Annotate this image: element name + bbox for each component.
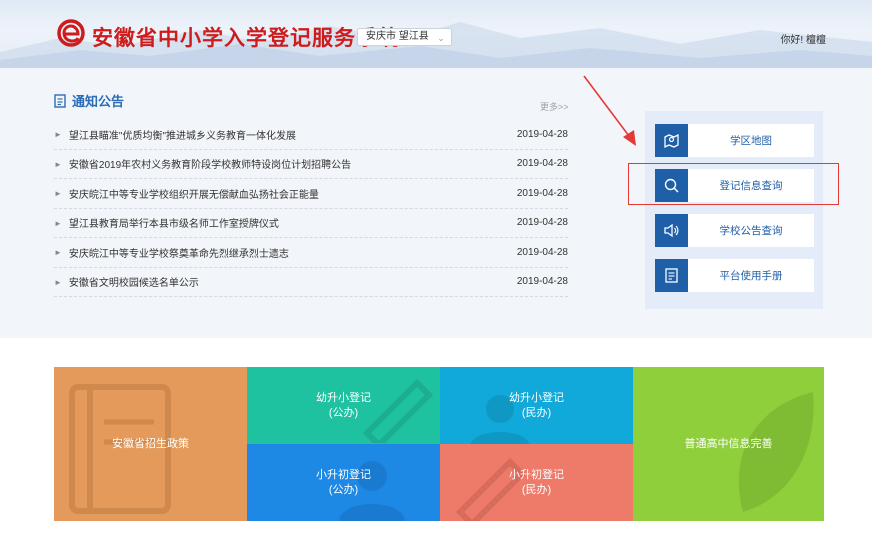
main-section: 通知公告 更多>> ► 望江县瞄准"优质均衡"推进城乡义务教育一体化发展 201…	[0, 68, 872, 338]
notice-title: 通知公告	[72, 94, 125, 109]
tile-label: 幼升小登记	[316, 391, 371, 404]
notice-item-date: 2019-04-28	[516, 128, 568, 140]
bullet-icon: ►	[54, 248, 62, 258]
tile-label: 幼升小登记	[509, 391, 564, 404]
notice-item-title[interactable]: 安庆皖江中等专业学校组织开展无偿献血弘扬社会正能量	[69, 186, 517, 201]
tile-sublabel: (公办)	[328, 483, 359, 496]
notice-item-title[interactable]: 安徽省2019年农村义务教育阶段学校教师特设岗位计划招聘公告	[69, 156, 517, 171]
notice-item-title[interactable]: 望江县瞄准"优质均衡"推进城乡义务教育一体化发展	[69, 127, 517, 142]
tile-sublabel: (民办)	[521, 483, 552, 496]
notice-item[interactable]: ► 安庆皖江中等专业学校组织开展无偿献血弘扬社会正能量 2019-04-28	[54, 179, 568, 209]
notice-item-title[interactable]: 安徽省文明校园候选名单公示	[69, 274, 517, 289]
annotation-arrow-icon	[583, 75, 636, 146]
tile-label: 小升初登记	[316, 468, 371, 481]
notice-header: 通知公告	[54, 91, 124, 110]
bullet-icon: ►	[54, 189, 62, 199]
bullet-icon: ►	[54, 277, 62, 287]
site-title: 安徽省中小学入学登记服务系统	[92, 27, 400, 50]
tile-label: 普通高中信息完善	[684, 437, 773, 450]
tile-label-group: 幼升小登记 (民办)	[509, 391, 564, 421]
primary-public-registration-tile[interactable]: 幼升小登记 (公办)	[247, 367, 440, 444]
junior-private-registration-tile[interactable]: 小升初登记 (民办)	[440, 444, 633, 521]
notice-item-date: 2019-04-28	[516, 217, 568, 229]
registration-query-button[interactable]: 登记信息查询	[655, 169, 814, 202]
tile-sublabel: (民办)	[521, 406, 552, 419]
user-manual-button[interactable]: 平台使用手册	[655, 259, 814, 292]
user-greeting[interactable]: 你好! 檀檀	[780, 31, 826, 46]
search-icon	[655, 169, 688, 202]
quick-link-label: 平台使用手册	[719, 270, 783, 282]
chevron-down-icon: ⌄	[437, 33, 445, 43]
region-select-value: 安庆市 望江县	[366, 31, 429, 42]
tile-label: 小升初登记	[509, 468, 564, 481]
junior-public-registration-tile[interactable]: 小升初登记 (公办)	[247, 444, 440, 521]
site-logo-icon	[57, 19, 85, 47]
school-district-map-button[interactable]: 学区地图	[655, 124, 814, 157]
notice-item-date: 2019-04-28	[516, 276, 568, 288]
quick-link-label: 学校公告查询	[719, 225, 783, 237]
tile-label-group: 幼升小登记 (公办)	[316, 391, 371, 421]
tile-label-group: 小升初登记 (公办)	[316, 468, 371, 498]
tile-sublabel: (公办)	[328, 406, 359, 419]
notice-more-link[interactable]: 更多>>	[540, 100, 569, 113]
notice-item[interactable]: ► 安徽省文明校园候选名单公示 2019-04-28	[54, 268, 568, 297]
speaker-icon	[655, 214, 688, 247]
quick-links-panel: 学区地图 登记信息查询 学校公告查询 平台使用手册	[645, 111, 823, 309]
notice-item-date: 2019-04-28	[516, 187, 568, 199]
notice-list: ► 望江县瞄准"优质均衡"推进城乡义务教育一体化发展 2019-04-28 ► …	[54, 120, 568, 297]
primary-private-registration-tile[interactable]: 幼升小登记 (民办)	[440, 367, 633, 444]
notice-item[interactable]: ► 望江县教育局举行本县市级名师工作室授牌仪式 2019-04-28	[54, 209, 568, 238]
notice-item[interactable]: ► 望江县瞄准"优质均衡"推进城乡义务教育一体化发展 2019-04-28	[54, 120, 568, 150]
leaf-icon	[738, 392, 814, 512]
bullet-icon: ►	[54, 130, 62, 140]
notice-doc-icon	[54, 93, 66, 108]
notice-item[interactable]: ► 安徽省2019年农村义务教育阶段学校教师特设岗位计划招聘公告 2019-04…	[54, 150, 568, 179]
school-notice-query-button[interactable]: 学校公告查询	[655, 214, 814, 247]
manual-icon	[655, 259, 688, 292]
tile-label-group: 小升初登记 (民办)	[509, 468, 564, 498]
quick-link-label: 登记信息查询	[719, 180, 783, 192]
service-tiles: 安徽省招生政策 幼升小登记 (公办) 幼升小登记 (民办) 小升初登记 (公办)	[54, 367, 824, 521]
notice-item-title[interactable]: 望江县教育局举行本县市级名师工作室授牌仪式	[69, 215, 517, 230]
site-header: 安徽省中小学入学登记服务系统 安庆市 望江县 ⌄ 你好! 檀檀	[0, 0, 872, 68]
bullet-icon: ►	[54, 159, 62, 169]
notice-item-date: 2019-04-28	[516, 246, 568, 258]
notice-item-title[interactable]: 安庆皖江中等专业学校祭奠革命先烈继承烈士遗志	[69, 245, 517, 260]
notice-item[interactable]: ► 安庆皖江中等专业学校祭奠革命先烈继承烈士遗志 2019-04-28	[54, 238, 568, 268]
bullet-icon: ►	[54, 218, 62, 228]
region-select[interactable]: 安庆市 望江县 ⌄	[357, 28, 452, 46]
tile-label: 安徽省招生政策	[112, 437, 189, 450]
enrollment-policy-tile[interactable]: 安徽省招生政策	[54, 367, 247, 521]
quick-link-label: 学区地图	[730, 135, 772, 147]
map-icon	[655, 124, 688, 157]
notice-item-date: 2019-04-28	[516, 158, 568, 170]
high-school-info-tile[interactable]: 普通高中信息完善	[633, 367, 824, 521]
